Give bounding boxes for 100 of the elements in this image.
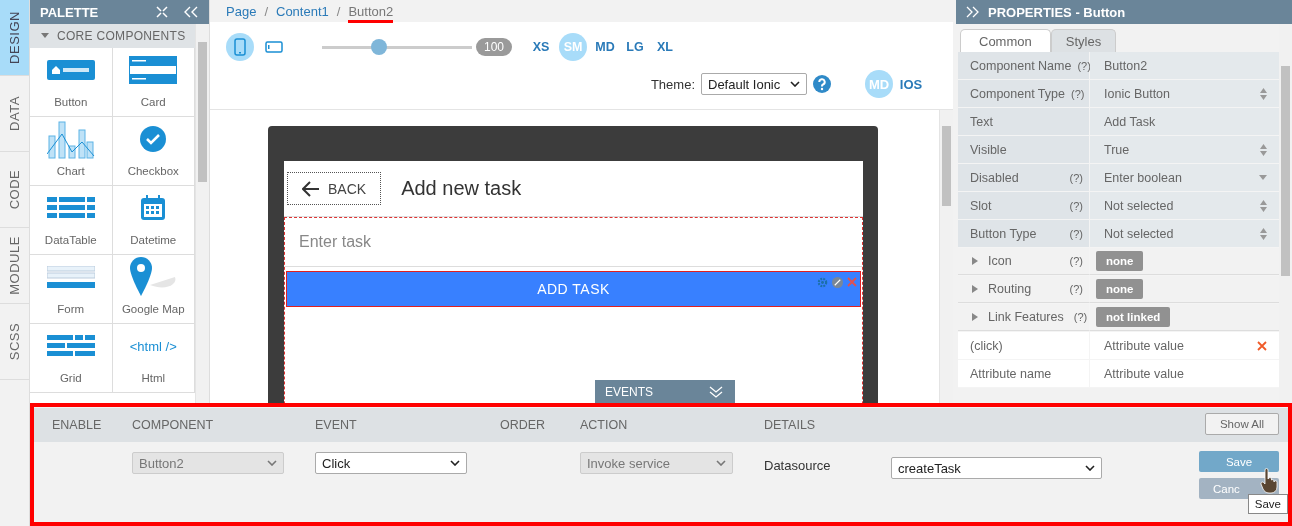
help-marker[interactable]: (?) [1073, 311, 1088, 323]
double-chevron-down-icon [709, 385, 723, 398]
double-chevron-right-icon[interactable] [966, 6, 980, 18]
breadcrumb-link[interactable]: Page [226, 3, 257, 19]
property-value-cell[interactable]: none [1090, 276, 1279, 303]
hand-cursor-icon [1260, 468, 1278, 494]
hide-icon[interactable] [832, 277, 843, 288]
chevron-down-icon [790, 81, 800, 87]
property-value-cell[interactable]: Button2 [1090, 52, 1279, 79]
palette-item[interactable]: Google Map [112, 255, 195, 324]
breadcrumb-link[interactable]: Content1 [276, 3, 329, 19]
chevron-down-icon [1085, 465, 1095, 471]
chevron-down-icon [716, 460, 726, 466]
add-task-button[interactable]: ADD TASK [286, 271, 861, 307]
palette-item[interactable]: Form [30, 255, 113, 324]
property-value-cell[interactable]: not linked [1090, 304, 1279, 331]
property-name-cell: Component Name (?) [958, 52, 1090, 79]
datasource-dropdown[interactable]: createTask [891, 457, 1102, 479]
tablet-icon[interactable] [265, 41, 283, 53]
column-header: DETAILS [764, 418, 816, 432]
size-toggle[interactable]: LG [623, 33, 648, 61]
spinner-icon [1260, 199, 1267, 212]
html-icon: <html /> [129, 338, 177, 354]
properties-title: PROPERTIES - Button [988, 4, 1127, 20]
expand-icon[interactable] [972, 285, 978, 293]
help-icon[interactable] [813, 75, 831, 93]
properties-tab[interactable]: Styles [1050, 29, 1117, 52]
help-marker[interactable]: (?) [1069, 227, 1083, 240]
property-name-cell: Visible [958, 136, 1090, 163]
property-name-cell: Text [958, 108, 1090, 135]
size-toggle[interactable]: XS [529, 33, 554, 61]
event-dropdown[interactable]: Click [315, 452, 467, 474]
back-button[interactable]: BACK [287, 172, 382, 205]
remove-icon[interactable] [1257, 340, 1267, 351]
spinner-icon [1260, 87, 1267, 100]
help-marker[interactable]: (?) [1071, 87, 1085, 100]
events-tab[interactable]: EVENTS [595, 380, 735, 403]
theme-dropdown[interactable]: Default Ionic [701, 73, 807, 95]
property-value-cell[interactable]: Not selected [1090, 192, 1279, 219]
side-tab[interactable]: MODULE [0, 228, 29, 304]
column-header: ACTION [580, 418, 628, 432]
help-marker[interactable]: (?) [1077, 59, 1091, 72]
property-name-cell: Component Type (?) [958, 80, 1090, 107]
phone-icon[interactable] [226, 33, 254, 61]
side-tab[interactable]: DESIGN [0, 0, 29, 76]
property-name-cell: Attribute name [958, 360, 1090, 387]
save-button[interactable]: Save [1199, 451, 1279, 472]
zoom-slider[interactable] [322, 39, 472, 55]
expand-icon[interactable] [972, 313, 978, 321]
help-marker[interactable]: (?) [1069, 199, 1083, 212]
mode-toggle[interactable]: IOS [899, 70, 923, 98]
property-value-cell[interactable]: Attribute value [1090, 360, 1279, 387]
double-chevron-left-icon[interactable] [183, 6, 199, 18]
property-value-cell[interactable]: True [1090, 136, 1279, 163]
property-name-cell: Disabled (?) [958, 164, 1090, 191]
property-value-cell[interactable]: none [1090, 248, 1279, 275]
card-icon [129, 56, 178, 84]
page-title: Add new task [401, 177, 522, 200]
expand-icon[interactable] [972, 257, 978, 265]
scrollbar[interactable] [939, 110, 953, 403]
side-tab[interactable]: DATA [0, 76, 29, 152]
section-header[interactable]: CORE COMPONENTS [30, 24, 195, 48]
help-marker[interactable]: (?) [1069, 283, 1083, 295]
spinner-icon [1260, 227, 1267, 240]
column-header: EVENT [315, 418, 357, 432]
size-toggle[interactable]: MD [593, 33, 618, 61]
property-value-cell[interactable]: Attribute value [1090, 332, 1279, 359]
caret-icon [41, 33, 49, 39]
section-title: CORE COMPONENTS [57, 29, 186, 43]
palette-item[interactable]: Datetime [112, 186, 195, 255]
side-tab[interactable]: CODE [0, 152, 29, 228]
property-name-cell: Slot (?) [958, 192, 1090, 219]
scrollbar[interactable] [195, 24, 209, 403]
palette-item[interactable]: Checkbox [112, 117, 195, 186]
palette-item[interactable]: Card [112, 48, 195, 117]
palette-item[interactable]: DataTable [30, 186, 113, 255]
property-value-cell[interactable]: Not selected [1090, 220, 1279, 247]
show-all-button[interactable]: Show All [1205, 413, 1279, 435]
palette-item[interactable]: Button [30, 48, 113, 117]
size-toggle[interactable]: XL [653, 33, 678, 61]
palette-item[interactable]: Grid [30, 324, 113, 393]
palette-item[interactable]: Chart [30, 117, 113, 186]
help-marker[interactable]: (?) [1069, 255, 1083, 267]
value-badge[interactable]: none [1096, 251, 1144, 271]
side-tab[interactable]: SCSS [0, 304, 29, 380]
property-value-cell[interactable]: Ionic Button [1090, 80, 1279, 107]
help-marker[interactable]: (?) [1069, 171, 1083, 184]
property-value-cell[interactable]: Add Task [1090, 108, 1279, 135]
form-icon [46, 266, 95, 288]
button-icon [46, 60, 95, 80]
value-badge[interactable]: none [1096, 279, 1144, 299]
tooltip: Save [1247, 494, 1288, 514]
separator: / [336, 3, 341, 19]
property-name-cell: Button Type (?) [958, 220, 1090, 247]
property-value-cell[interactable]: Enter boolean [1090, 164, 1279, 191]
properties-tab[interactable]: Common [960, 29, 1051, 52]
value-badge[interactable]: not linked [1096, 307, 1171, 327]
checkbox-icon [140, 126, 167, 152]
breadcrumb-link[interactable]: Button2 [348, 3, 394, 23]
collapse-icon[interactable] [155, 5, 169, 19]
